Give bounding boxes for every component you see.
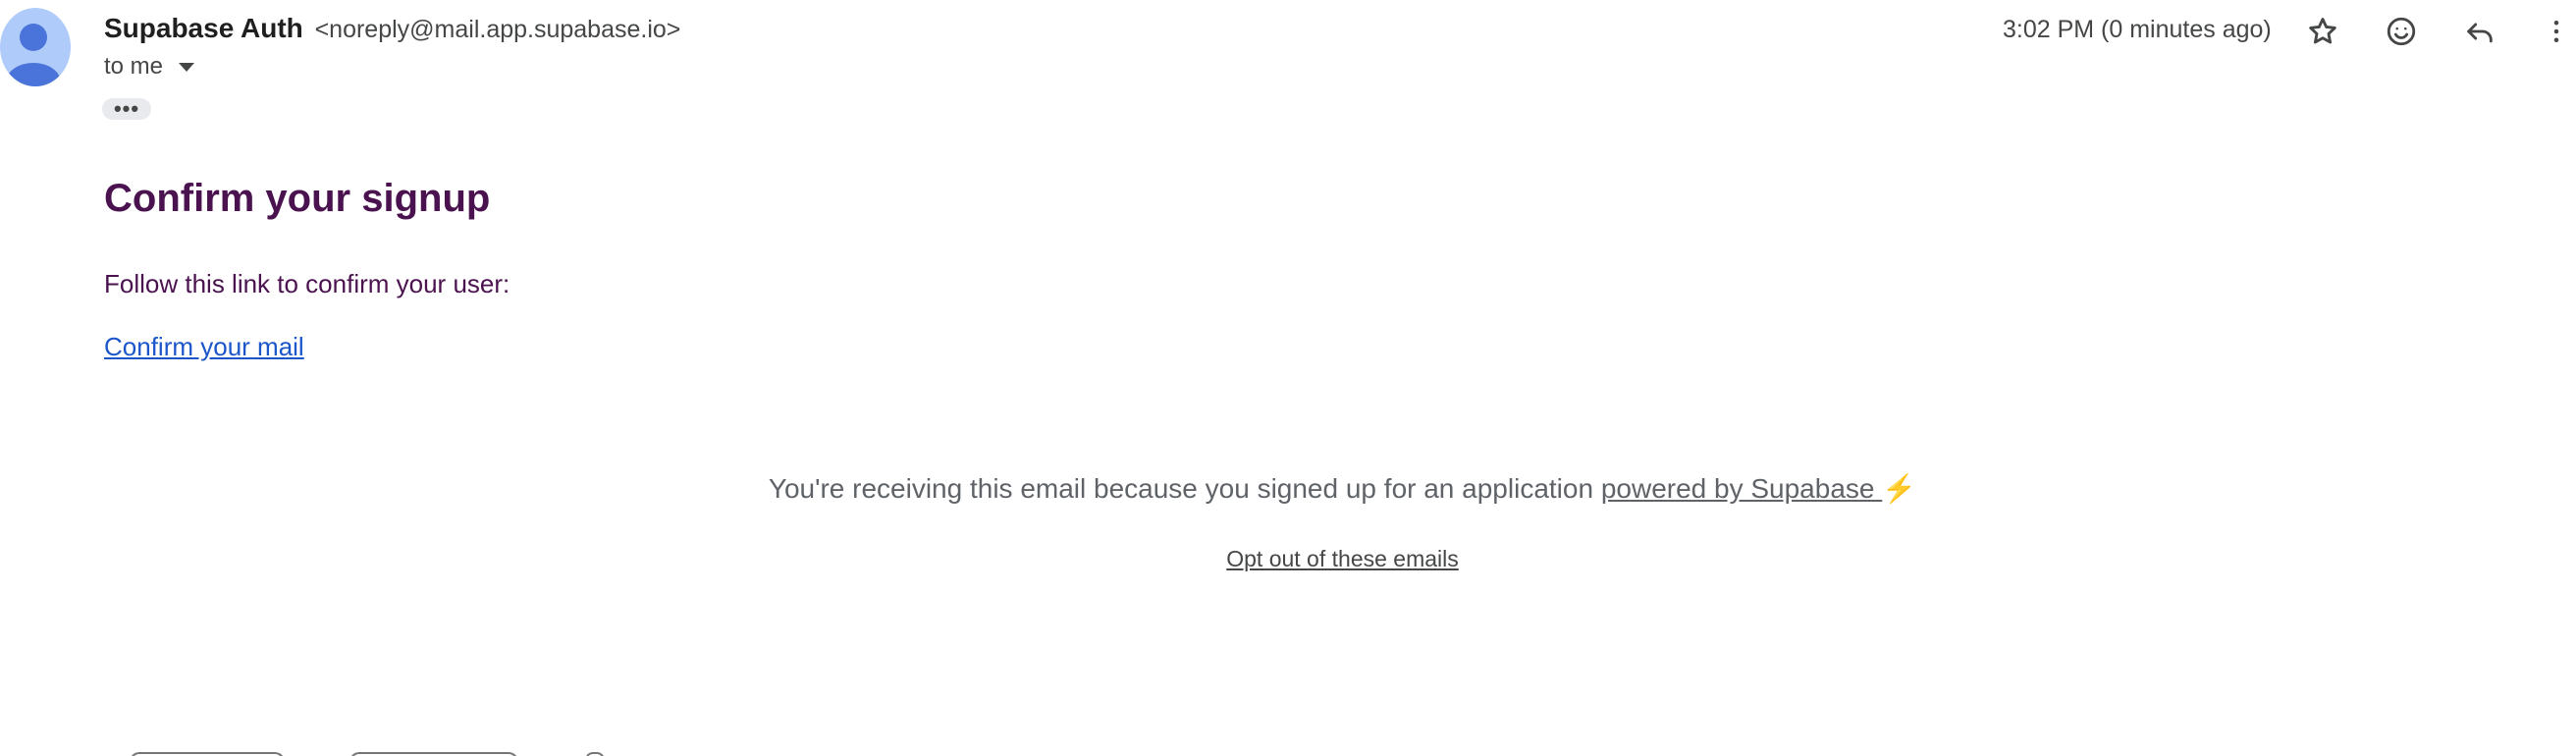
star-icon — [2309, 18, 2336, 44]
star-button[interactable] — [2301, 10, 2344, 53]
emoji-chip-button[interactable] — [585, 752, 605, 756]
emoji-icon — [2387, 17, 2416, 46]
email-view: Supabase Auth <noreply@mail.app.supabase… — [0, 0, 2576, 756]
sender-email: <noreply@mail.app.supabase.io> — [314, 16, 681, 43]
sender-avatar[interactable] — [0, 8, 71, 86]
recipient-details-toggle[interactable]: to me — [104, 51, 195, 82]
email-timestamp: 3:02 PM (0 minutes ago) — [2003, 16, 2272, 43]
optout-container: Opt out of these emails — [0, 544, 2576, 573]
add-reaction-button[interactable] — [2380, 10, 2423, 53]
sender-line: Supabase Auth <noreply@mail.app.supabase… — [104, 12, 680, 46]
opt-out-link[interactable]: Opt out of these emails — [1226, 546, 1459, 571]
footer-text: You're receiving this email because you … — [768, 473, 1601, 504]
confirm-mail-link[interactable]: Confirm your mail — [104, 330, 304, 363]
sender-name[interactable]: Supabase Auth — [104, 13, 303, 43]
reply-icon — [2467, 23, 2493, 43]
more-vert-icon — [2553, 21, 2559, 42]
lightning-bolt-icon: ⚡ — [1882, 473, 1917, 504]
powered-by-supabase-link[interactable]: powered by Supabase — [1601, 473, 1882, 504]
email-instruction: Follow this link to confirm your user: — [104, 269, 510, 298]
recipient-label: to me — [104, 53, 164, 80]
reply-chip-button[interactable] — [130, 752, 285, 756]
footer-notice: You're receiving this email because you … — [0, 471, 2576, 507]
more-options-button[interactable] — [2537, 10, 2576, 53]
forward-chip-button[interactable] — [349, 752, 518, 756]
email-heading: Confirm your signup — [104, 177, 491, 220]
show-trimmed-content-button[interactable]: ••• — [102, 98, 151, 120]
reply-button[interactable] — [2458, 10, 2501, 53]
chevron-down-icon — [179, 62, 195, 72]
